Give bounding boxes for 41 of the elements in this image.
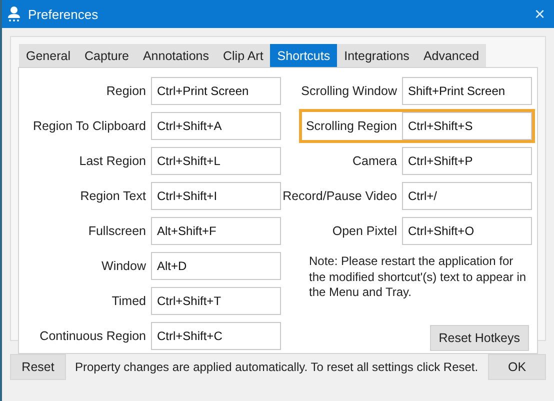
tab[interactable]: Shortcuts: [270, 44, 338, 67]
shortcut-field[interactable]: Ctrl+Shift+A: [151, 112, 281, 140]
restart-note: Note: Please restart the application for the modified shortcut'(s) text to appear in the Menu and Tray.: [309, 254, 527, 300]
tab[interactable]: Clip Art: [216, 44, 270, 67]
shortcut-label: Record/Pause Video: [282, 189, 398, 203]
shortcut-label: Continuous Region: [38, 329, 147, 343]
shortcut-field[interactable]: Ctrl+Shift+C: [151, 322, 281, 350]
shortcut-label: Region Text: [79, 189, 147, 203]
tab[interactable]: Advanced: [416, 44, 486, 67]
shortcut-field[interactable]: Alt+Shift+F: [151, 217, 281, 245]
shortcut-label: Scrolling Region: [304, 119, 398, 133]
shortcut-label: Camera: [352, 154, 398, 168]
person-icon: [7, 6, 21, 22]
status-message: Property changes are applied automatically. To reset all settings click Reset.: [75, 360, 480, 374]
shortcut-field[interactable]: Ctrl+Shift+O: [402, 217, 532, 245]
window-title: Preferences: [28, 6, 100, 22]
shortcut-label: Last Region: [78, 154, 147, 168]
shortcut-label: Region To Clipboard: [32, 119, 147, 133]
tab[interactable]: Annotations: [136, 44, 216, 67]
tab[interactable]: Integrations: [337, 44, 416, 67]
shortcut-field[interactable]: Ctrl+Shift+P: [402, 147, 532, 175]
shortcut-field[interactable]: Ctrl+Shift+I: [151, 182, 281, 210]
tab[interactable]: General: [19, 44, 78, 67]
reset-button[interactable]: Reset: [10, 354, 66, 380]
ok-button[interactable]: OK: [488, 354, 546, 380]
shortcut-label: Region: [105, 84, 147, 98]
shortcut-field[interactable]: Shift+Print Screen: [402, 77, 532, 105]
shortcut-field[interactable]: Ctrl+/: [402, 182, 532, 210]
shortcut-field[interactable]: Ctrl+Shift+T: [151, 287, 281, 315]
tab[interactable]: Capture: [77, 44, 136, 67]
shortcut-field[interactable]: Ctrl+Shift+L: [151, 147, 281, 175]
shortcut-field[interactable]: Ctrl+Shift+S: [402, 112, 532, 140]
shortcut-field[interactable]: Ctrl+Print Screen: [151, 77, 281, 105]
shortcut-label: Timed: [110, 294, 147, 308]
reset-hotkeys-button[interactable]: Reset Hotkeys: [430, 325, 529, 351]
shortcut-label: Open Pixtel: [331, 224, 398, 238]
shortcut-label: Window: [100, 259, 147, 273]
shortcut-label: Fullscreen: [87, 224, 147, 238]
shortcut-label: Scrolling Window: [300, 84, 398, 98]
close-button[interactable]: ×: [532, 5, 547, 23]
shortcut-field[interactable]: Alt+D: [151, 252, 281, 280]
